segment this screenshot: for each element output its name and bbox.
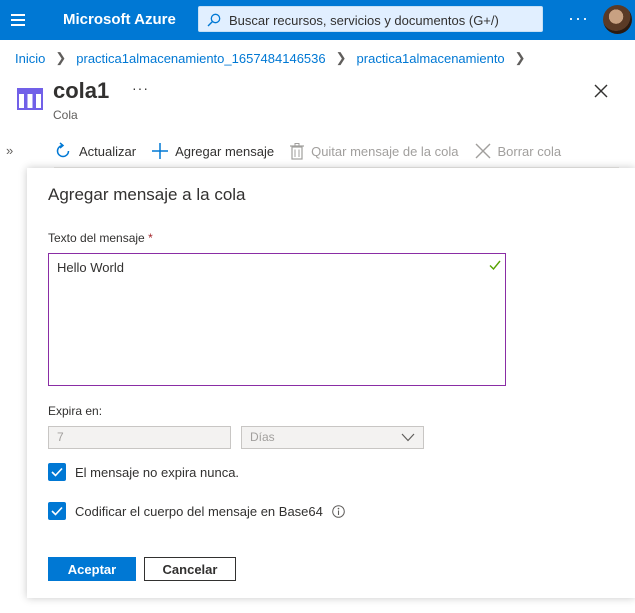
never-expires-checkbox[interactable]	[48, 463, 66, 481]
chevron-right-icon: ❯	[55, 50, 67, 65]
checkmark-icon	[51, 506, 63, 516]
required-marker: *	[148, 231, 153, 245]
chevron-down-icon	[401, 433, 415, 442]
expires-value-input[interactable]: 7	[48, 426, 231, 449]
checkmark-icon	[51, 467, 63, 477]
message-text-value: Hello World	[57, 260, 124, 275]
avatar[interactable]	[603, 5, 632, 34]
breadcrumb-item-home[interactable]: Inicio	[15, 51, 45, 66]
top-bar: Microsoft Azure Buscar recursos, servici…	[0, 0, 635, 40]
message-text-label-text: Texto del mensaje	[48, 231, 145, 245]
queue-icon	[17, 88, 43, 110]
base64-row: Codificar el cuerpo del mensaje en Base6…	[48, 502, 345, 520]
expires-unit-value: Días	[250, 430, 275, 444]
menu-icon[interactable]	[9, 10, 29, 30]
never-expires-row: El mensaje no expira nunca.	[48, 463, 239, 481]
refresh-icon	[56, 142, 70, 158]
global-search-input[interactable]: Buscar recursos, servicios y documentos …	[198, 6, 543, 32]
more-options-icon[interactable]: ···	[568, 8, 589, 29]
expires-unit-select[interactable]: Días	[241, 426, 424, 449]
info-icon[interactable]	[332, 504, 345, 518]
page-title: cola1	[53, 78, 110, 103]
page-subtitle: Cola	[53, 108, 78, 122]
command-bar: Actualizar Agregar mensaje Quitar mensaj…	[54, 140, 577, 162]
x-icon	[475, 143, 490, 159]
chevron-right-icon: ❯	[335, 50, 347, 65]
breadcrumb: Inicio ❯ practica1almacenamiento_1657484…	[15, 50, 536, 66]
base64-checkbox[interactable]	[48, 502, 66, 520]
search-placeholder: Buscar recursos, servicios y documentos …	[229, 13, 499, 28]
expand-menu-icon[interactable]: »	[6, 143, 13, 158]
breadcrumb-item-resource-group[interactable]: practica1almacenamiento_1657484146536	[76, 51, 325, 66]
close-icon[interactable]	[594, 84, 608, 98]
add-message-label: Agregar mensaje	[175, 143, 275, 159]
trash-icon	[290, 142, 305, 160]
expires-label: Expira en:	[48, 404, 103, 418]
dequeue-message-label: Quitar mensaje de la cola	[311, 143, 459, 159]
clear-queue-label: Borrar cola	[497, 143, 562, 159]
never-expires-label: El mensaje no expira nunca.	[75, 464, 240, 480]
panel-title: Agregar mensaje a la cola	[48, 185, 246, 204]
clear-queue-button[interactable]: Borrar cola	[475, 143, 562, 159]
refresh-button[interactable]: Actualizar	[54, 142, 136, 160]
plus-icon	[152, 143, 169, 159]
base64-label: Codificar el cuerpo del mensaje en Base6…	[75, 503, 323, 519]
message-text-label: Texto del mensaje *	[48, 231, 153, 245]
brand-title[interactable]: Microsoft Azure	[63, 11, 176, 28]
search-icon	[207, 13, 221, 27]
dequeue-message-button[interactable]: Quitar mensaje de la cola	[290, 142, 459, 160]
refresh-label: Actualizar	[79, 143, 137, 159]
chevron-right-icon: ❯	[514, 50, 526, 65]
cancel-button[interactable]: Cancelar	[144, 557, 236, 581]
breadcrumb-item-storage-account[interactable]: practica1almacenamiento	[357, 51, 505, 66]
message-text-field[interactable]: Hello World	[48, 253, 506, 386]
ok-button[interactable]: Aceptar	[48, 557, 136, 581]
title-more-options-icon[interactable]: ···	[132, 80, 149, 96]
valid-checkmark-icon	[489, 260, 501, 270]
add-message-panel: Agregar mensaje a la cola Texto del mens…	[27, 168, 635, 598]
add-message-button[interactable]: Agregar mensaje	[152, 143, 274, 159]
